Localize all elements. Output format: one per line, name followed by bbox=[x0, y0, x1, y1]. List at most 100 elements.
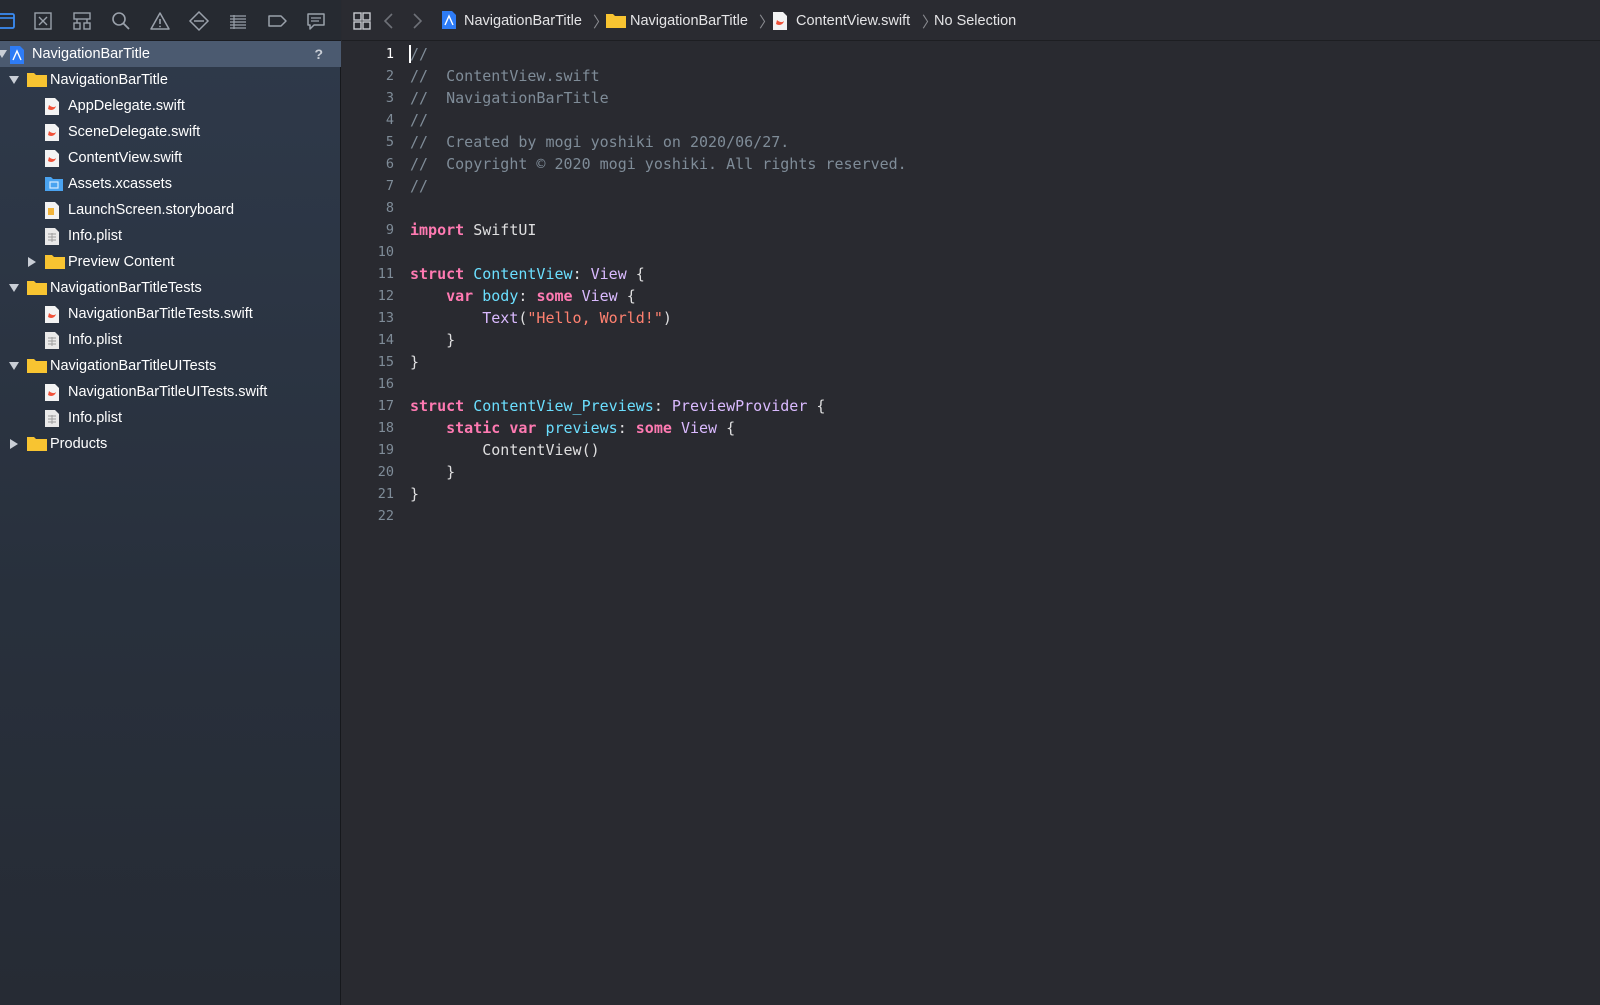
jumpbar-symbol[interactable]: No Selection bbox=[934, 12, 1016, 30]
warning-icon[interactable] bbox=[149, 10, 171, 32]
navigator-file-row[interactable]: Info.plist bbox=[0, 223, 341, 249]
navigator-group-row[interactable]: NavigationBarTitle bbox=[0, 67, 341, 93]
plist-file-icon bbox=[44, 409, 64, 427]
code-token: } bbox=[410, 353, 420, 371]
search-icon[interactable] bbox=[110, 10, 132, 32]
disclosure-open-icon[interactable] bbox=[8, 282, 20, 294]
code-line[interactable]: Text("Hello, World!") bbox=[410, 307, 672, 329]
plist-file-icon bbox=[44, 227, 64, 245]
line-number: 4 bbox=[385, 112, 394, 128]
project-navigator: NavigationBarTitle? NavigationBarTitle App… bbox=[0, 0, 341, 1005]
folder-icon bbox=[26, 435, 47, 453]
code-line[interactable]: } bbox=[410, 461, 455, 483]
code-line[interactable]: // bbox=[410, 175, 428, 197]
code-token: : bbox=[617, 419, 636, 437]
code-token: View bbox=[581, 287, 618, 305]
code-line[interactable]: // ContentView.swift bbox=[410, 65, 600, 87]
code-token: previews bbox=[545, 419, 618, 437]
navigator-group-row[interactable]: Products bbox=[0, 431, 341, 457]
code-line[interactable]: // bbox=[410, 43, 428, 65]
line-number: 14 bbox=[377, 332, 394, 348]
back-chevron-icon[interactable] bbox=[382, 12, 396, 34]
code-line[interactable]: // NavigationBarTitle bbox=[410, 87, 609, 109]
jump-bar: NavigationBarTitle 〉 NavigationBarTitle … bbox=[342, 0, 1600, 41]
jumpbar-project[interactable]: NavigationBarTitle bbox=[464, 12, 582, 30]
assets-catalog-icon bbox=[44, 175, 64, 193]
related-items-icon[interactable] bbox=[352, 11, 372, 35]
line-number: 19 bbox=[377, 442, 394, 458]
code-line[interactable]: } bbox=[410, 483, 419, 505]
navigator-file-row[interactable]: Info.plist bbox=[0, 327, 341, 353]
code-line[interactable]: struct ContentView_Previews: PreviewProv… bbox=[410, 395, 825, 417]
code-line[interactable]: static var previews: some View { bbox=[410, 417, 735, 439]
navigator-group-row[interactable]: Preview Content bbox=[0, 249, 341, 275]
navigator-file-row[interactable]: SceneDelegate.swift bbox=[0, 119, 341, 145]
code-line[interactable]: } bbox=[410, 329, 455, 351]
code-token: // Copyright © 2020 mogi yoshiki. All ri… bbox=[410, 155, 907, 173]
navigator-file-row[interactable]: LaunchScreen.storyboard bbox=[0, 197, 341, 223]
line-number: 16 bbox=[377, 376, 394, 392]
folder-icon bbox=[26, 357, 47, 375]
disclosure-closed-icon[interactable] bbox=[8, 438, 20, 450]
disclosure-open-icon[interactable] bbox=[8, 360, 20, 372]
code-token: { bbox=[626, 265, 645, 283]
code-token: // bbox=[410, 111, 429, 129]
folder-icon[interactable] bbox=[0, 10, 18, 32]
jumpbar-file[interactable]: ContentView.swift bbox=[796, 12, 910, 30]
line-number: 17 bbox=[377, 398, 394, 414]
code-token: body bbox=[482, 287, 519, 305]
line-number: 8 bbox=[385, 200, 394, 216]
folder-icon bbox=[26, 71, 47, 89]
navigator-item-label: NavigationBarTitle bbox=[50, 72, 168, 88]
jumpbar-group[interactable]: NavigationBarTitle bbox=[630, 12, 748, 30]
code-line[interactable]: var body: some View { bbox=[410, 285, 636, 307]
hierarchy-icon[interactable] bbox=[71, 10, 93, 32]
navigator-group-row[interactable]: NavigationBarTitleTests bbox=[0, 275, 341, 301]
swift-file-icon bbox=[44, 305, 64, 323]
code-token: } bbox=[410, 463, 456, 481]
code-line[interactable]: struct ContentView: View { bbox=[410, 263, 645, 285]
code-line[interactable]: } bbox=[410, 351, 419, 373]
code-token: var bbox=[509, 419, 537, 437]
navigator-file-row[interactable]: NavigationBarTitleTests.swift bbox=[0, 301, 341, 327]
project-file-icon bbox=[8, 45, 28, 64]
navigator-file-row[interactable]: AppDelegate.swift bbox=[0, 93, 341, 119]
text-caret bbox=[409, 45, 411, 63]
navigator-file-row[interactable]: Info.plist bbox=[0, 405, 341, 431]
swift-file-icon bbox=[44, 383, 64, 401]
source-editor[interactable]: 1 2 3 4 5 6 7 8 9 10 11 12 13 14 15 16 17 18 19 20 21 22 ////… bbox=[342, 41, 1600, 1005]
source-control-icon[interactable] bbox=[32, 10, 54, 32]
navigator-item-label: NavigationBarTitleTests bbox=[50, 280, 202, 296]
navigator-item-label: LaunchScreen.storyboard bbox=[68, 202, 235, 218]
line-number-gutter: 1 2 3 4 5 6 7 8 9 10 11 12 13 14 15 16 17 18 19 20 21 22 bbox=[342, 41, 394, 1005]
test-icon[interactable] bbox=[188, 10, 210, 32]
navigator-file-row[interactable]: NavigationBarTitleUITests.swift bbox=[0, 379, 341, 405]
navigator-file-row[interactable]: Assets.xcassets bbox=[0, 171, 341, 197]
disclosure-open-icon[interactable] bbox=[0, 48, 8, 60]
forward-chevron-icon[interactable] bbox=[410, 12, 424, 34]
debug-icon[interactable] bbox=[227, 10, 249, 32]
navigator-file-row[interactable]: ContentView.swift bbox=[0, 145, 341, 171]
code-token: some bbox=[536, 287, 573, 305]
navigator-item-label: NavigationBarTitleUITests.swift bbox=[68, 384, 268, 400]
navigator-group-row[interactable]: NavigationBarTitleUITests bbox=[0, 353, 341, 379]
project-file-icon bbox=[440, 10, 458, 34]
disclosure-open-icon[interactable] bbox=[8, 74, 20, 86]
code-line[interactable]: // Created by mogi yoshiki on 2020/06/27… bbox=[410, 131, 789, 153]
code-line[interactable]: // Copyright © 2020 mogi yoshiki. All ri… bbox=[410, 153, 907, 175]
line-number: 1 bbox=[385, 46, 394, 62]
breakpoint-icon[interactable] bbox=[266, 10, 288, 32]
line-number: 15 bbox=[377, 354, 394, 370]
disclosure-closed-icon[interactable] bbox=[26, 256, 38, 268]
code-line[interactable]: ContentView() bbox=[410, 439, 599, 461]
report-icon[interactable] bbox=[305, 10, 327, 32]
navigator-file-row[interactable]: NavigationBarTitle? bbox=[0, 41, 341, 67]
code-line[interactable]: import SwiftUI bbox=[410, 219, 536, 241]
navigator-item-label: ContentView.swift bbox=[68, 150, 183, 166]
swift-file-icon bbox=[772, 11, 788, 35]
code-line[interactable]: // bbox=[410, 109, 428, 131]
